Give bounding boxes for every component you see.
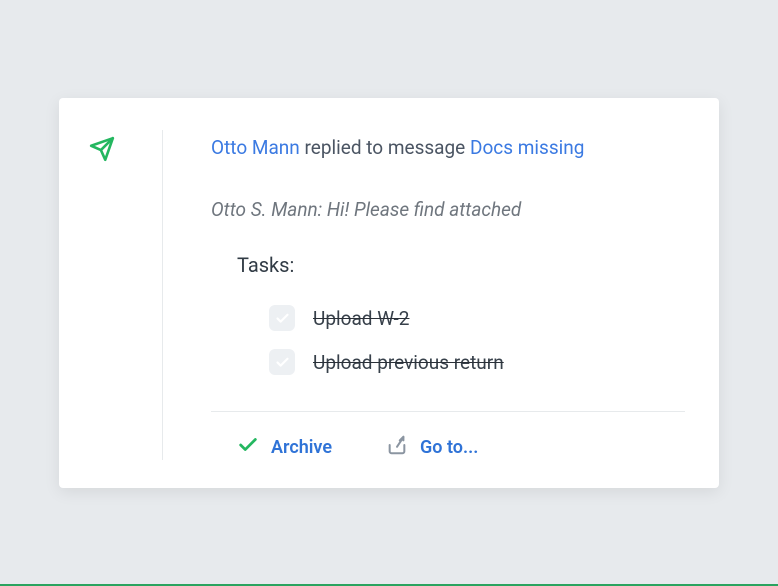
footer-actions: Archive Go to... [211,411,685,460]
task-label: Upload W-2 [313,307,409,330]
check-icon [275,355,290,370]
task-checkbox[interactable] [269,349,295,375]
task-list: Upload W-2 Upload previous return [269,305,685,375]
goto-button[interactable]: Go to... [386,434,478,460]
check-icon [275,311,290,326]
message-preview: Otto S. Mann: Hi! Please find attached [211,198,685,221]
task-row: Upload W-2 [269,305,685,331]
message-title-link[interactable]: Docs missing [470,136,584,159]
share-icon [386,434,408,460]
icon-column [89,130,163,461]
notification-header: Otto Mann replied to message Docs missin… [211,134,685,163]
sender-link[interactable]: Otto Mann [211,136,300,159]
check-icon [237,434,259,460]
archive-button[interactable]: Archive [237,434,332,460]
action-verb: replied to message [305,136,466,159]
notification-card: Otto Mann replied to message Docs missin… [59,98,719,489]
paper-plane-icon [89,136,115,162]
tasks-heading: Tasks: [237,253,685,277]
task-label: Upload previous return [313,351,504,374]
task-checkbox[interactable] [269,305,295,331]
archive-label: Archive [271,437,332,458]
task-row: Upload previous return [269,349,685,375]
content-column: Otto Mann replied to message Docs missin… [163,130,685,461]
goto-label: Go to... [420,437,478,458]
